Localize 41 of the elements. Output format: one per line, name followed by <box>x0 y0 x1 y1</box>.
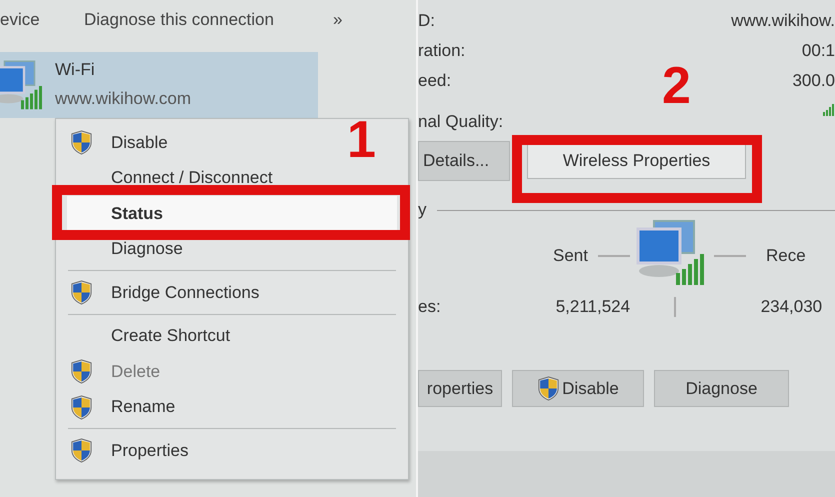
menu-item[interactable]: Properties <box>67 433 338 468</box>
step-number: 1 <box>347 114 376 166</box>
menu-item[interactable]: Diagnose <box>67 232 338 267</box>
shield-icon <box>537 376 560 401</box>
received-label: Rece <box>766 246 806 266</box>
sent-label: Sent <box>553 246 588 266</box>
menu-item[interactable]: Status <box>67 196 397 232</box>
dialog-button[interactable]: Disable <box>512 370 644 407</box>
menu-item[interactable]: Rename <box>67 390 338 425</box>
wireless-properties-button[interactable]: Wireless Properties <box>527 143 746 179</box>
section-title: y <box>418 200 426 220</box>
field-value: 234,030 <box>760 297 822 317</box>
shield-icon <box>70 359 93 384</box>
field-label: es: <box>418 297 441 317</box>
shield-icon <box>70 438 93 464</box>
dialog-button[interactable]: Diagnose <box>654 370 789 407</box>
signal-icon <box>823 104 835 116</box>
shield-icon <box>70 394 93 420</box>
field-value: 300.0 <box>792 71 835 91</box>
menu-item[interactable]: Create Shortcut <box>67 318 338 354</box>
toolbar-item[interactable]: » <box>333 10 416 30</box>
dialog-button[interactable]: roperties <box>418 370 502 407</box>
connection-tile[interactable]: Wi-Fi www.wikihow.com <box>0 52 318 118</box>
field-label: eed: <box>418 71 452 91</box>
details-button[interactable]: Details... <box>418 141 510 181</box>
menu-item[interactable]: Disable <box>67 125 338 160</box>
shield-icon <box>70 130 93 156</box>
menu-item[interactable]: Bridge Connections <box>67 275 338 310</box>
toolbar-item[interactable]: evice <box>0 10 84 30</box>
field-label: D: <box>418 11 435 31</box>
field-label: nal Quality: <box>418 112 504 132</box>
network-name: www.wikihow.com <box>55 89 192 109</box>
step-number: 2 <box>662 60 691 112</box>
field-label: ration: <box>418 41 466 61</box>
field-value: 00:1 <box>802 41 835 61</box>
shield-icon <box>70 280 93 306</box>
field-value: 5,211,524 <box>556 297 632 317</box>
field-value: www.wikihow. <box>731 11 835 31</box>
connection-name: Wi-Fi <box>55 60 96 80</box>
toolbar-item[interactable]: Diagnose this connection <box>84 10 333 30</box>
menu-item[interactable]: Connect / Disconnect <box>67 160 338 196</box>
